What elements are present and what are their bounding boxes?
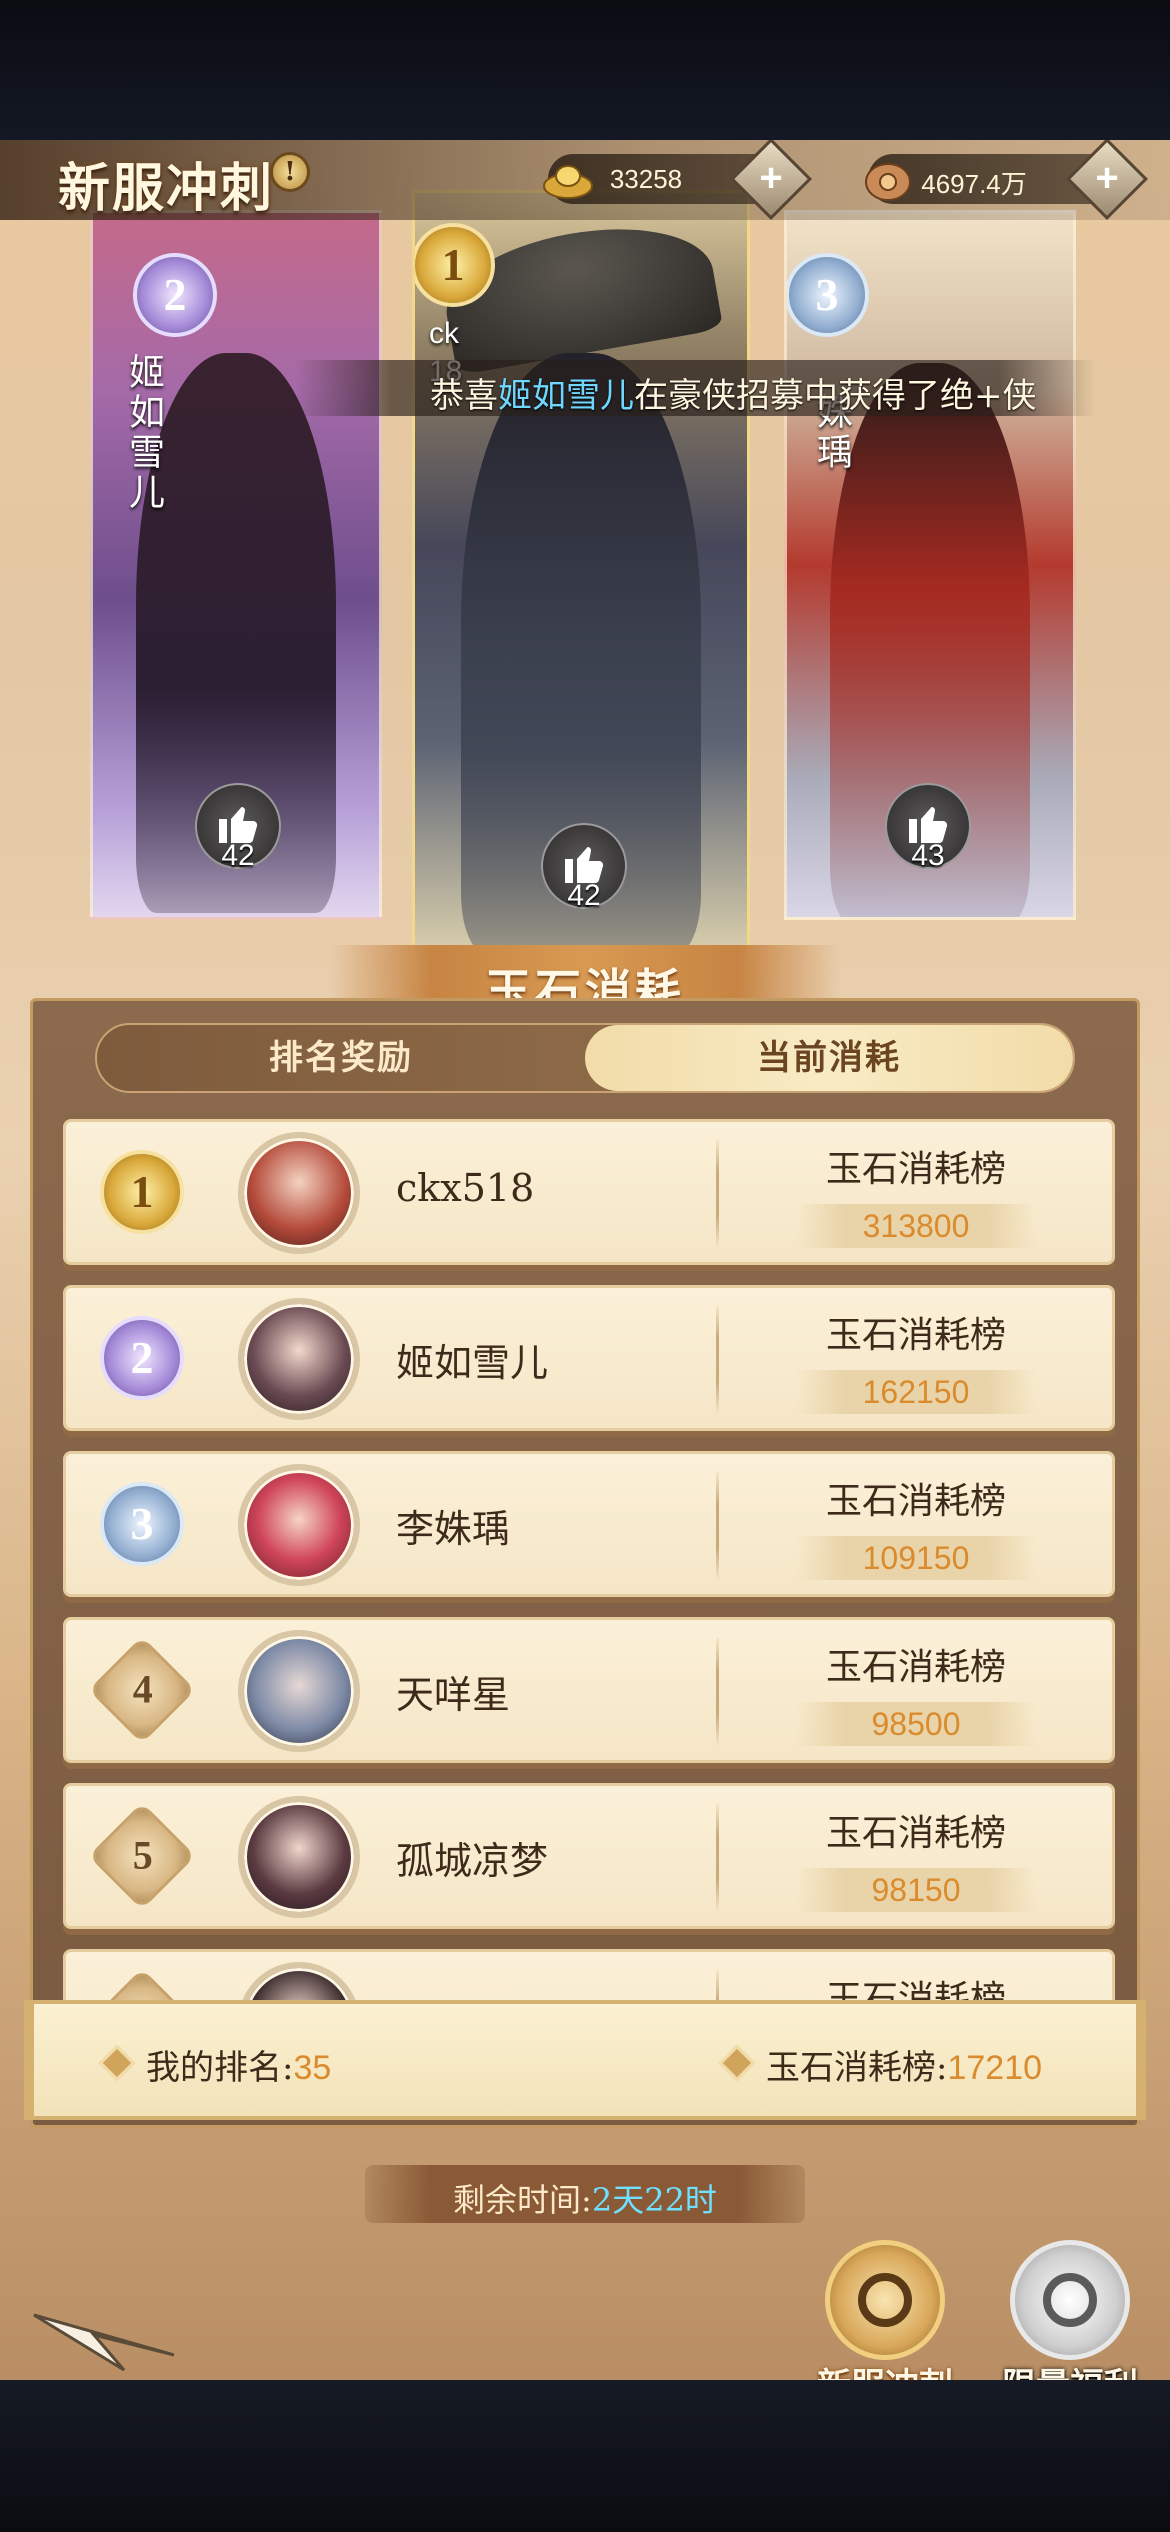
my-consumption-value: 17210: [947, 2049, 1043, 2087]
table-row: 3 李姝瑀 玉石消耗榜 109150: [63, 1451, 1115, 1597]
my-rank-text: 我的排名:35: [146, 2048, 332, 2088]
player-name: ckx518: [396, 1166, 535, 1210]
metric-value: 109150: [862, 1540, 970, 1576]
metric-label: 玉石消耗榜: [825, 1481, 1006, 1522]
tab-bar: 排名奖励 当前消耗: [95, 1023, 1075, 1093]
my-consumption-text: 玉石消耗榜:17210: [766, 2048, 1043, 2088]
metric-value: 98150: [871, 1872, 961, 1908]
metric-value-box: 313800: [796, 1204, 1036, 1248]
announcement-text: 恭喜姬如雪儿在豪侠招募中获得了绝+侠: [430, 376, 1037, 416]
add-gold-button[interactable]: +: [729, 140, 813, 221]
like-count: 42: [221, 839, 255, 872]
like-button[interactable]: 42: [541, 823, 627, 912]
metric-value-box: 109150: [796, 1536, 1036, 1580]
rank-3-medal-icon: 3: [100, 1482, 184, 1566]
exclamation-icon[interactable]: !: [270, 152, 310, 192]
rank-1-medal-icon: 1: [415, 223, 495, 307]
avatar[interactable]: [238, 1132, 360, 1254]
divider: [716, 1638, 719, 1746]
remaining-time: 剩余时间:2天22时: [365, 2165, 805, 2223]
metric-label: 玉石消耗榜: [825, 1315, 1006, 1356]
divider: [716, 1140, 719, 1248]
like-count: 43: [911, 839, 945, 872]
divider: [716, 1804, 719, 1912]
table-row: 4 天咩星 玉石消耗榜 98500: [63, 1617, 1115, 1763]
player-name: 孤城凉梦: [396, 1839, 549, 1883]
ranking-list[interactable]: 1 ckx518 玉石消耗榜 313800 2 姬如雪儿 玉石消耗榜 16215…: [63, 1119, 1115, 2099]
avatar[interactable]: [238, 1298, 360, 1420]
metric-value: 313800: [862, 1208, 970, 1244]
like-count: 42: [567, 879, 601, 912]
remaining-time-text: 剩余时间:2天22时: [453, 2181, 717, 2219]
event-screen: 2 姬如雪儿 42 1 ck 18 42 3 姝瑀 43 恭喜姬如雪儿在豪侠招募…: [0, 140, 1170, 2380]
back-arrow-icon[interactable]: [24, 2285, 184, 2375]
avatar[interactable]: [238, 1630, 360, 1752]
pavilion-icon: [825, 2240, 945, 2360]
nav-new-server-rush[interactable]: 新服冲刺: [800, 2240, 970, 2380]
podium-card-rank-1[interactable]: 1 ck 18 42: [412, 190, 750, 980]
nav-label: 新服冲刺: [800, 2358, 970, 2380]
rank-badge: 4: [88, 1636, 196, 1744]
divider: [716, 1472, 719, 1580]
metric-value: 162150: [862, 1374, 970, 1410]
metric-value-box: 162150: [796, 1370, 1036, 1414]
announcement-marquee: 恭喜姬如雪儿在豪侠招募中获得了绝+侠: [295, 360, 1095, 416]
podium-name: 姬如雪儿: [123, 353, 164, 513]
podium-card-rank-3[interactable]: 3 姝瑀 43: [784, 210, 1076, 920]
tab-ranking-rewards[interactable]: 排名奖励: [97, 1025, 585, 1091]
header-bar: 新服冲刺 ! 33258 + 4697.4万 +: [0, 140, 1170, 221]
add-coins-button[interactable]: +: [1065, 140, 1149, 221]
ranking-panel: 排名奖励 当前消耗 1 ckx518 玉石消耗榜 313800 2 姬如雪儿 玉…: [30, 998, 1140, 2128]
my-rank-bar: 我的排名:35 玉石消耗榜:17210: [24, 2000, 1146, 2120]
rank-1-medal-icon: 1: [100, 1150, 184, 1234]
announcement-player: 姬如雪儿: [498, 376, 634, 416]
home-indicator-area: [0, 2380, 1170, 2532]
metric-value: 98500: [871, 1706, 961, 1742]
remaining-time-value: 2天22时: [591, 2181, 717, 2219]
rank-2-medal-icon: 2: [133, 253, 217, 337]
currency-gold: 33258 +: [543, 140, 813, 221]
metric-label: 玉石消耗榜: [825, 1149, 1006, 1190]
nav-limited-benefits[interactable]: 限量福利: [985, 2240, 1155, 2380]
metric-label: 玉石消耗榜: [825, 1813, 1006, 1854]
podium-card-rank-2[interactable]: 2 姬如雪儿 42: [90, 210, 382, 920]
gold-value: 33258: [609, 164, 683, 194]
tab-current-consumption[interactable]: 当前消耗: [585, 1025, 1073, 1091]
like-button[interactable]: 43: [885, 783, 971, 872]
like-button[interactable]: 42: [195, 783, 281, 872]
avatar[interactable]: [238, 1464, 360, 1586]
table-row: 5 孤城凉梦 玉石消耗榜 98150: [63, 1783, 1115, 1929]
coin-value: 4697.4万: [921, 169, 1027, 199]
rank-3-medal-icon: 3: [787, 253, 869, 337]
diamond-icon: [98, 2044, 136, 2082]
status-bar: [0, 0, 1170, 140]
my-rank-value: 35: [293, 2049, 332, 2087]
player-name: 李姝瑀: [396, 1507, 511, 1551]
metric-value-box: 98500: [796, 1702, 1036, 1746]
metric-value-box: 98150: [796, 1868, 1036, 1912]
table-row: 2 姬如雪儿 玉石消耗榜 162150: [63, 1285, 1115, 1431]
diamond-icon: [718, 2044, 756, 2082]
page-title: 新服冲刺: [58, 158, 275, 219]
treasure-bag-icon: [1010, 2240, 1130, 2360]
divider: [716, 1306, 719, 1414]
rank-badge: 5: [88, 1802, 196, 1910]
player-name: 姬如雪儿: [396, 1341, 549, 1385]
nav-label: 限量福利: [985, 2358, 1155, 2380]
avatar[interactable]: [238, 1796, 360, 1918]
currency-coins: 4697.4万 +: [865, 140, 1149, 221]
rank-2-medal-icon: 2: [100, 1316, 184, 1400]
table-row: 1 ckx518 玉石消耗榜 313800: [63, 1119, 1115, 1265]
metric-label: 玉石消耗榜: [825, 1647, 1006, 1688]
player-name: 天咩星: [396, 1673, 511, 1717]
